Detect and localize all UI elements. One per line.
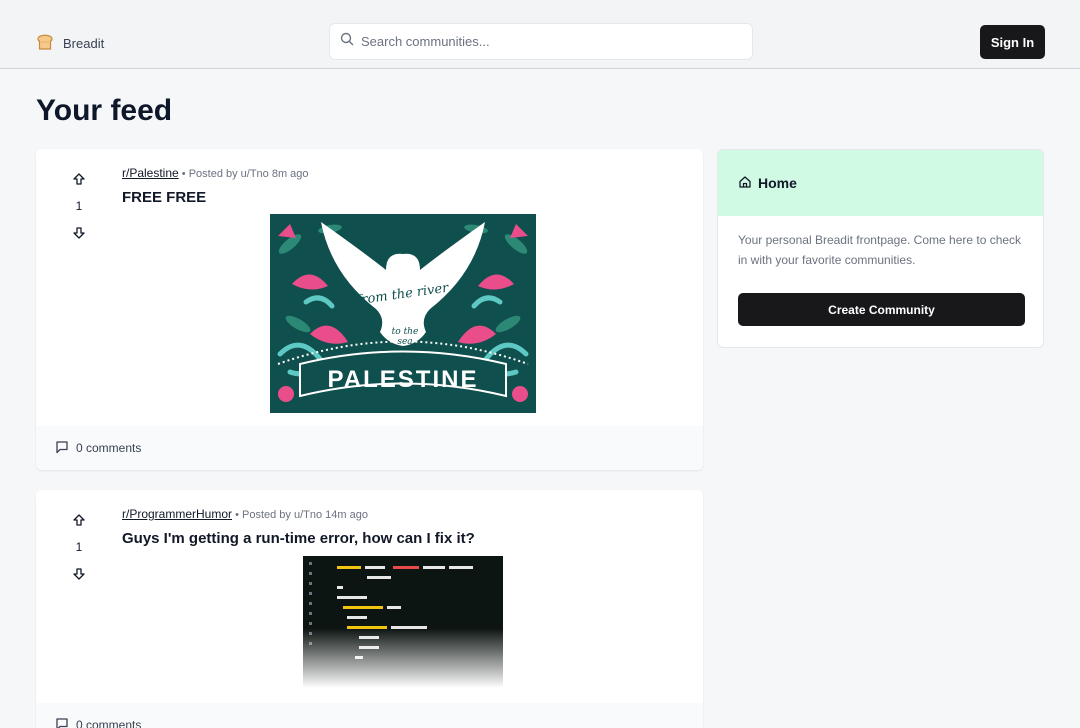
arrow-down-icon[interactable] — [69, 564, 89, 584]
post-card: 1 r/Palestine • Posted by u/Tno 8m ago F… — [36, 149, 703, 470]
arrow-up-icon[interactable] — [69, 510, 89, 530]
vote-count: 1 — [75, 199, 83, 213]
poster-banner-text: PALESTINE — [328, 366, 479, 393]
meta-separator: • — [181, 168, 189, 180]
sidebar-description: Your personal Breadit frontpage. Come he… — [738, 233, 1022, 267]
vote-column: 1 — [66, 510, 92, 584]
arrow-up-icon[interactable] — [69, 169, 89, 189]
comments-link[interactable]: 0 comments — [36, 426, 703, 470]
post-title[interactable]: FREE FREE — [122, 189, 206, 206]
post-card: 1 r/ProgrammerHumor • Posted by u/Tno 14… — [36, 490, 703, 728]
brand-name: Breadit — [63, 36, 105, 51]
meta-separator: • — [235, 509, 242, 521]
post-image[interactable] — [303, 556, 503, 688]
poster-script-line3: sea — [397, 337, 412, 347]
subreddit-link[interactable]: r/ProgrammerHumor — [122, 507, 232, 521]
brand-link[interactable]: Breadit — [35, 31, 104, 56]
post-image[interactable]: from the river to the sea PALESTINE — [270, 214, 536, 413]
post-meta: r/Palestine • Posted by u/Tno 8m ago — [122, 166, 309, 180]
search-input[interactable] — [361, 34, 741, 49]
comment-icon — [55, 440, 69, 457]
navbar: Breadit Sign In — [0, 0, 1080, 69]
comments-count: 0 comments — [76, 441, 142, 455]
post-title[interactable]: Guys I'm getting a run-time error, how c… — [122, 530, 475, 547]
post-author-time: Posted by u/Tno 14m ago — [242, 509, 368, 521]
search-bar[interactable] — [329, 23, 753, 60]
post-meta: r/ProgrammerHumor • Posted by u/Tno 14m … — [122, 507, 368, 521]
subreddit-link[interactable]: r/Palestine — [122, 166, 179, 180]
bread-icon — [35, 31, 55, 56]
sidebar-title: Home — [758, 175, 797, 191]
vote-count: 1 — [75, 540, 83, 554]
poster-script-line2: to the — [392, 327, 419, 337]
create-community-button[interactable]: Create Community — [738, 293, 1025, 326]
home-icon — [738, 175, 752, 192]
comment-icon — [55, 717, 69, 728]
sign-in-button[interactable]: Sign In — [980, 25, 1045, 59]
sidebar-header: Home — [718, 150, 1043, 216]
home-sidebar-card: Home Your personal Breadit frontpage. Co… — [717, 149, 1044, 348]
post-author-time: Posted by u/Tno 8m ago — [188, 168, 309, 180]
arrow-down-icon[interactable] — [69, 223, 89, 243]
comments-count: 0 comments — [76, 718, 142, 728]
comments-link[interactable]: 0 comments — [36, 703, 703, 728]
vote-column: 1 — [66, 169, 92, 243]
page-title: Your feed — [36, 94, 173, 127]
search-icon — [340, 32, 354, 51]
